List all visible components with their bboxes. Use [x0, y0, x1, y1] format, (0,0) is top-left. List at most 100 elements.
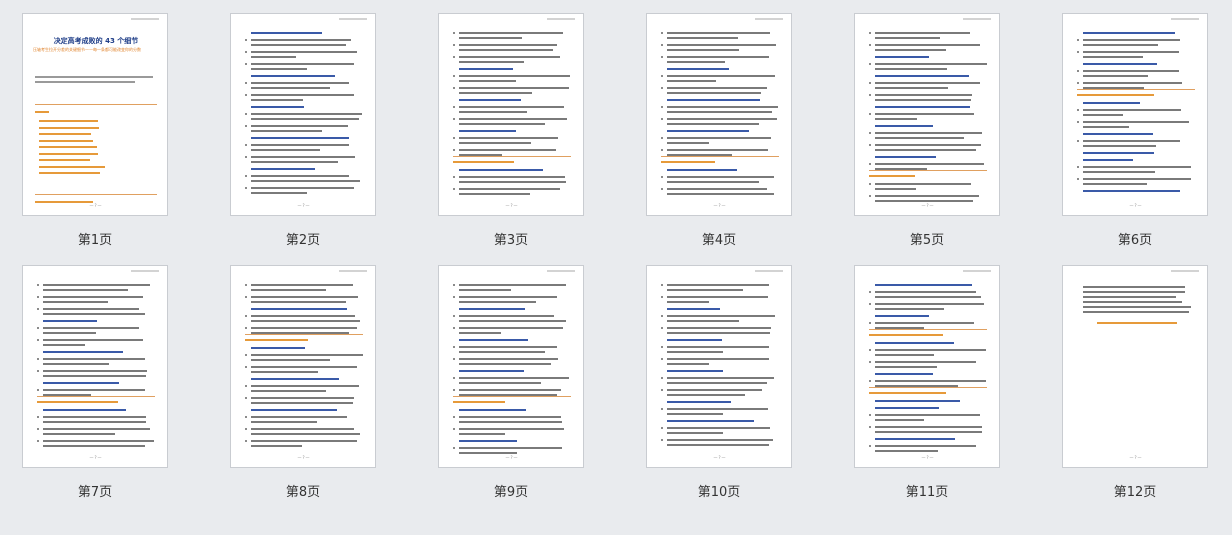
page-preview[interactable]: —?—: [854, 13, 1000, 216]
toc-entry[interactable]: [39, 159, 91, 161]
page-preview[interactable]: —?—: [1062, 265, 1208, 468]
page-preview[interactable]: —?—: [22, 265, 168, 468]
bullet-dot: [245, 284, 247, 286]
text-line: [667, 296, 768, 298]
text-line: [667, 118, 777, 120]
text-line: [43, 375, 147, 377]
bullet-dot: [453, 315, 455, 317]
bullet-dot: [245, 113, 247, 115]
bullet-dot: [869, 195, 871, 197]
bullet-dot: [869, 163, 871, 165]
bullet-dot: [453, 377, 455, 379]
text-line: [667, 49, 739, 51]
text-line: [459, 87, 570, 89]
text-line: [43, 339, 144, 341]
heading-line: [459, 440, 518, 442]
text-line: [43, 421, 147, 423]
section-heading-line: [453, 161, 515, 163]
bullet-dot: [1077, 82, 1079, 84]
heading-line: [459, 339, 529, 341]
text-line: [875, 87, 948, 89]
heading-line: [1083, 133, 1154, 135]
page-header-mark: [547, 270, 575, 272]
heading-line: [667, 308, 721, 310]
text-line: [875, 183, 972, 185]
page-preview[interactable]: 决定高考成败的 43 个细节 压轴考生拉开分差的关键细节——每一条都可能改变你的分…: [22, 13, 168, 216]
text-line: [43, 313, 145, 315]
page-preview[interactable]: —?—: [438, 265, 584, 468]
text-line: [43, 370, 148, 372]
bullet-dot: [869, 144, 871, 146]
page-preview[interactable]: —?—: [854, 265, 1000, 468]
bullet-dot: [661, 75, 663, 77]
text-line: [459, 32, 564, 34]
toc-entry[interactable]: [39, 146, 97, 148]
text-line: [667, 142, 709, 144]
toc-entry[interactable]: [39, 165, 105, 168]
bullet-dot: [661, 358, 663, 360]
toc-entry[interactable]: [39, 139, 94, 142]
text-line: [43, 445, 146, 447]
text-line: [667, 315, 775, 317]
bullet-dot: [453, 327, 455, 329]
heading-line: [459, 409, 527, 411]
bullet-dot: [453, 296, 455, 298]
heading-line: [1083, 152, 1154, 154]
page-preview[interactable]: —?—: [646, 265, 792, 468]
toc-entry[interactable]: [39, 133, 92, 135]
heading-line: [43, 382, 120, 384]
bullet-dot: [245, 327, 247, 329]
page-preview[interactable]: —?—: [438, 13, 584, 216]
text-line: [251, 94, 355, 96]
heading-line: [667, 68, 729, 70]
section-rule: [869, 329, 987, 330]
heading-line: [667, 130, 749, 132]
page-preview[interactable]: —?—: [230, 265, 376, 468]
heading-line: [1083, 190, 1180, 192]
intro-line: [35, 76, 153, 78]
page-footer: —?—: [89, 455, 103, 460]
text-line: [1083, 114, 1124, 116]
text-line: [1083, 166, 1191, 168]
page-number-label: 第12页: [1113, 485, 1157, 500]
bullet-dot: [453, 447, 455, 449]
bullet-dot: [869, 113, 871, 115]
text-line: [667, 432, 724, 434]
heading-line: [459, 130, 516, 132]
toc-entry[interactable]: [39, 172, 100, 174]
page-header-mark: [755, 18, 783, 20]
bullet-dot: [453, 428, 455, 430]
text-line: [251, 161, 339, 163]
text-line: [251, 371, 319, 373]
heading-line: [251, 347, 305, 349]
toc-entry[interactable]: [39, 126, 100, 129]
text-line: [667, 56, 770, 58]
page-footer: —?—: [505, 455, 519, 460]
page-preview[interactable]: —?—: [646, 13, 792, 216]
text-line: [459, 142, 531, 144]
text-line: [43, 440, 155, 442]
bullet-dot: [453, 137, 455, 139]
text-line: [875, 37, 941, 39]
toc-entry[interactable]: [39, 120, 98, 122]
page-number-label: 第7页: [77, 485, 113, 500]
heading-line: [251, 308, 347, 310]
text-line: [875, 200, 974, 202]
heading-line: [251, 168, 316, 170]
text-line: [667, 111, 772, 113]
heading-line: [459, 99, 521, 101]
text-line: [459, 363, 551, 365]
text-line: [875, 32, 971, 34]
bullet-dot: [453, 75, 455, 77]
page-preview[interactable]: —?—: [230, 13, 376, 216]
text-line: [251, 366, 358, 368]
toc-entry[interactable]: [39, 152, 99, 155]
page-number-label: 第4页: [701, 233, 737, 248]
section-heading-line: [1077, 94, 1154, 96]
bullet-dot: [1077, 140, 1079, 142]
text-line: [251, 327, 357, 329]
text-line: [875, 349, 987, 351]
page-preview[interactable]: —?—: [1062, 13, 1208, 216]
text-line: [459, 56, 560, 58]
page-number-label: 第6页: [1117, 233, 1153, 248]
